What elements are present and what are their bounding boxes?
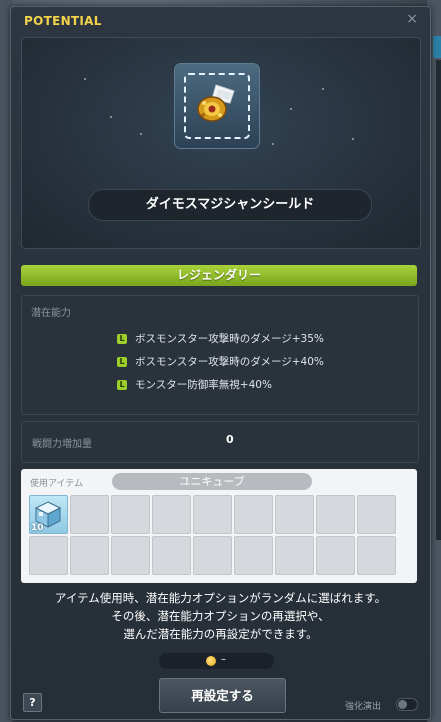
empty-item-slot[interactable] bbox=[316, 536, 355, 575]
empty-item-slot[interactable] bbox=[70, 536, 109, 575]
empty-item-slot[interactable] bbox=[29, 536, 68, 575]
potential-line: L ボスモンスター攻撃時のダメージ+35% bbox=[117, 331, 324, 347]
empty-item-slot[interactable] bbox=[275, 536, 314, 575]
cost-value: – bbox=[221, 654, 226, 665]
effect-toggle-label: 強化演出 bbox=[345, 702, 382, 712]
combat-power-label: 戦闘力増加量 bbox=[32, 439, 92, 450]
cost-indicator: – bbox=[159, 653, 274, 669]
description-line: 選んだ潜在能力の再設定ができます。 bbox=[123, 627, 318, 641]
potential-window: POTENTIAL × ダイモスマジシャンシールド レジェンダリー 潜在能力 L… bbox=[10, 6, 431, 720]
potential-line: L ボスモンスター攻撃時のダメージ+40% bbox=[117, 354, 324, 370]
legendary-badge-icon: L bbox=[117, 357, 127, 367]
star-decoration bbox=[84, 78, 86, 80]
empty-item-slot[interactable] bbox=[357, 536, 396, 575]
empty-item-slot[interactable] bbox=[193, 495, 232, 534]
potential-line-text: モンスター防御率無視+40% bbox=[135, 379, 272, 391]
reset-button[interactable]: 再設定する bbox=[159, 678, 286, 713]
use-item-label: 使用アイテム bbox=[30, 479, 84, 489]
potential-line-text: ボスモンスター攻撃時のダメージ+35% bbox=[135, 333, 324, 345]
item-slot[interactable] bbox=[174, 63, 260, 149]
item-display-panel: ダイモスマジシャンシールド bbox=[21, 37, 421, 249]
legendary-badge-icon: L bbox=[117, 334, 127, 344]
empty-item-slot[interactable] bbox=[357, 495, 396, 534]
shield-item-icon bbox=[197, 84, 235, 122]
background-strip bbox=[436, 60, 441, 540]
empty-item-slot[interactable] bbox=[152, 536, 191, 575]
empty-item-slot[interactable] bbox=[316, 495, 355, 534]
description-line: アイテム使用時、潜在能力オプションがランダムに選ばれます。 bbox=[54, 591, 387, 605]
star-decoration bbox=[290, 108, 292, 110]
combat-power-panel: 戦闘力増加量 0 bbox=[21, 421, 419, 463]
close-icon[interactable]: × bbox=[406, 11, 418, 27]
background-tab bbox=[433, 36, 441, 58]
star-decoration bbox=[140, 133, 142, 135]
empty-item-slot[interactable] bbox=[111, 536, 150, 575]
description-line: その後、潜在能力オプションの再選択や、 bbox=[111, 609, 330, 623]
empty-item-slot[interactable] bbox=[234, 536, 273, 575]
star-decoration bbox=[352, 138, 354, 140]
empty-item-slot[interactable] bbox=[275, 495, 314, 534]
effect-toggle[interactable] bbox=[396, 698, 418, 711]
potential-panel: 潜在能力 L ボスモンスター攻撃時のダメージ+35% L ボスモンスター攻撃時のダメ… bbox=[21, 295, 419, 415]
star-decoration bbox=[110, 116, 112, 118]
legendary-badge-icon: L bbox=[117, 380, 127, 390]
cube-quantity: 10 bbox=[31, 523, 44, 533]
help-button[interactable]: ? bbox=[23, 693, 42, 712]
potential-line: L モンスター防御率無視+40% bbox=[117, 377, 272, 393]
toggle-knob bbox=[398, 700, 407, 709]
potential-label: 潜在能力 bbox=[31, 308, 71, 319]
coin-icon bbox=[206, 656, 216, 666]
grade-banner: レジェンダリー bbox=[21, 265, 417, 286]
empty-item-slot[interactable] bbox=[111, 495, 150, 534]
empty-item-slot[interactable] bbox=[70, 495, 109, 534]
combat-power-value: 0 bbox=[226, 433, 234, 446]
window-title: POTENTIAL bbox=[24, 14, 102, 28]
empty-item-slot[interactable] bbox=[234, 495, 273, 534]
star-decoration bbox=[322, 88, 324, 90]
item-name-label: ダイモスマジシャンシールド bbox=[88, 189, 372, 221]
empty-item-slot[interactable] bbox=[193, 536, 232, 575]
star-decoration bbox=[272, 143, 274, 145]
use-item-panel: 使用アイテム ユニキューブ 10 bbox=[21, 469, 417, 583]
potential-line-text: ボスモンスター攻撃時のダメージ+40% bbox=[135, 356, 324, 368]
cube-slot[interactable]: 10 bbox=[29, 495, 68, 534]
empty-item-slot[interactable] bbox=[152, 495, 191, 534]
cube-name-label: ユニキューブ bbox=[112, 473, 312, 490]
